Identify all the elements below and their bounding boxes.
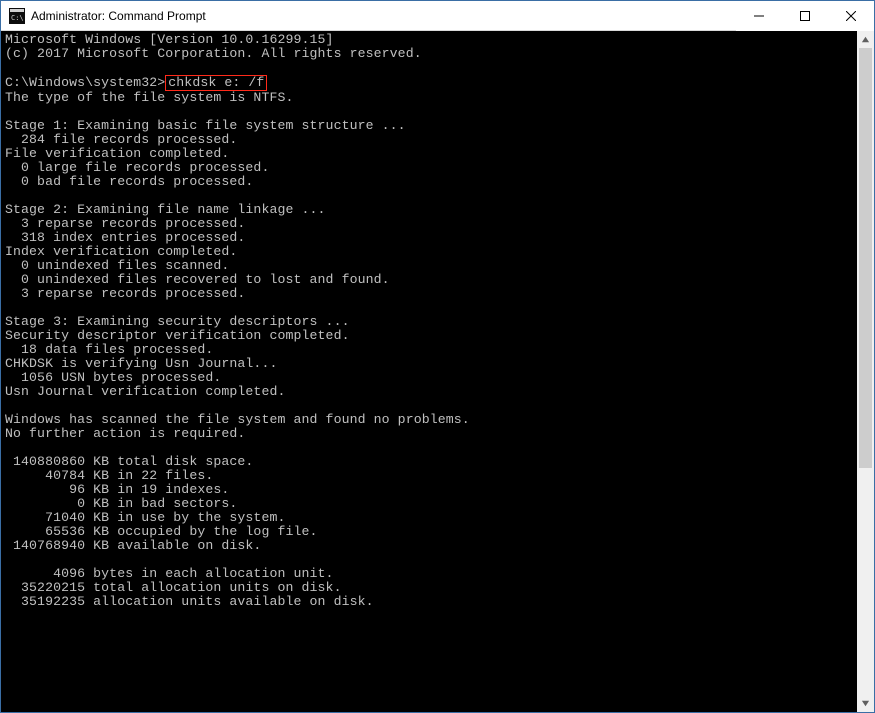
output-line: Stage 3: Examining security descriptors … <box>5 314 350 329</box>
output-line: 71040 KB in use by the system. <box>5 510 285 525</box>
output-line: 4096 bytes in each allocation unit. <box>5 566 334 581</box>
scroll-up-button[interactable] <box>857 31 874 48</box>
output-line: Index verification completed. <box>5 244 237 259</box>
command-text: chkdsk e: /f <box>168 75 264 90</box>
output-line: No further action is required. <box>5 426 245 441</box>
output-line: Stage 1: Examining basic file system str… <box>5 118 406 133</box>
output-line: 0 unindexed files recovered to lost and … <box>5 272 390 287</box>
output-line: Microsoft Windows [Version 10.0.16299.15… <box>5 32 334 47</box>
window-title: Administrator: Command Prompt <box>31 9 206 23</box>
svg-text:C:\: C:\ <box>11 14 24 22</box>
titlebar[interactable]: C:\ Administrator: Command Prompt <box>1 1 874 31</box>
output-line: 140880860 KB total disk space. <box>5 454 253 469</box>
output-line: 3 reparse records processed. <box>5 286 245 301</box>
output-line: File verification completed. <box>5 146 229 161</box>
client-area: Microsoft Windows [Version 10.0.16299.15… <box>1 31 874 712</box>
output-line: 284 file records processed. <box>5 132 237 147</box>
output-line: 0 unindexed files scanned. <box>5 258 229 273</box>
output-line: Security descriptor verification complet… <box>5 328 350 343</box>
output-line: 65536 KB occupied by the log file. <box>5 524 318 539</box>
output-line: CHKDSK is verifying Usn Journal... <box>5 356 277 371</box>
output-line: (c) 2017 Microsoft Corporation. All righ… <box>5 46 422 61</box>
output-line: Windows has scanned the file system and … <box>5 412 470 427</box>
output-line: 318 index entries processed. <box>5 230 245 245</box>
output-line: The type of the file system is NTFS. <box>5 90 294 105</box>
output-line: 0 KB in bad sectors. <box>5 496 237 511</box>
output-line: 96 KB in 19 indexes. <box>5 482 229 497</box>
scroll-down-button[interactable] <box>857 695 874 712</box>
output-line: 0 bad file records processed. <box>5 174 253 189</box>
vertical-scrollbar[interactable] <box>857 31 874 712</box>
cmd-icon: C:\ <box>9 8 25 24</box>
output-line: 18 data files processed. <box>5 342 213 357</box>
output-line: 35220215 total allocation units on disk. <box>5 580 342 595</box>
scrollbar-thumb[interactable] <box>859 48 872 468</box>
output-line: 0 large file records processed. <box>5 160 269 175</box>
prompt-path: C:\Windows\system32> <box>5 75 165 90</box>
output-line: 3 reparse records processed. <box>5 216 245 231</box>
command-prompt-window: C:\ Administrator: Command Prompt Micros… <box>0 0 875 713</box>
scrollbar-track[interactable] <box>857 48 874 695</box>
close-button[interactable] <box>828 1 874 31</box>
output-line: 40784 KB in 22 files. <box>5 468 213 483</box>
highlighted-command: chkdsk e: /f <box>165 75 267 91</box>
output-line: Usn Journal verification completed. <box>5 384 285 399</box>
output-line: Stage 2: Examining file name linkage ... <box>5 202 326 217</box>
console-output[interactable]: Microsoft Windows [Version 10.0.16299.15… <box>1 31 857 712</box>
maximize-button[interactable] <box>782 1 828 31</box>
output-line: 1056 USN bytes processed. <box>5 370 221 385</box>
minimize-button[interactable] <box>736 1 782 31</box>
output-line: 35192235 allocation units available on d… <box>5 594 374 609</box>
output-line: 140768940 KB available on disk. <box>5 538 261 553</box>
